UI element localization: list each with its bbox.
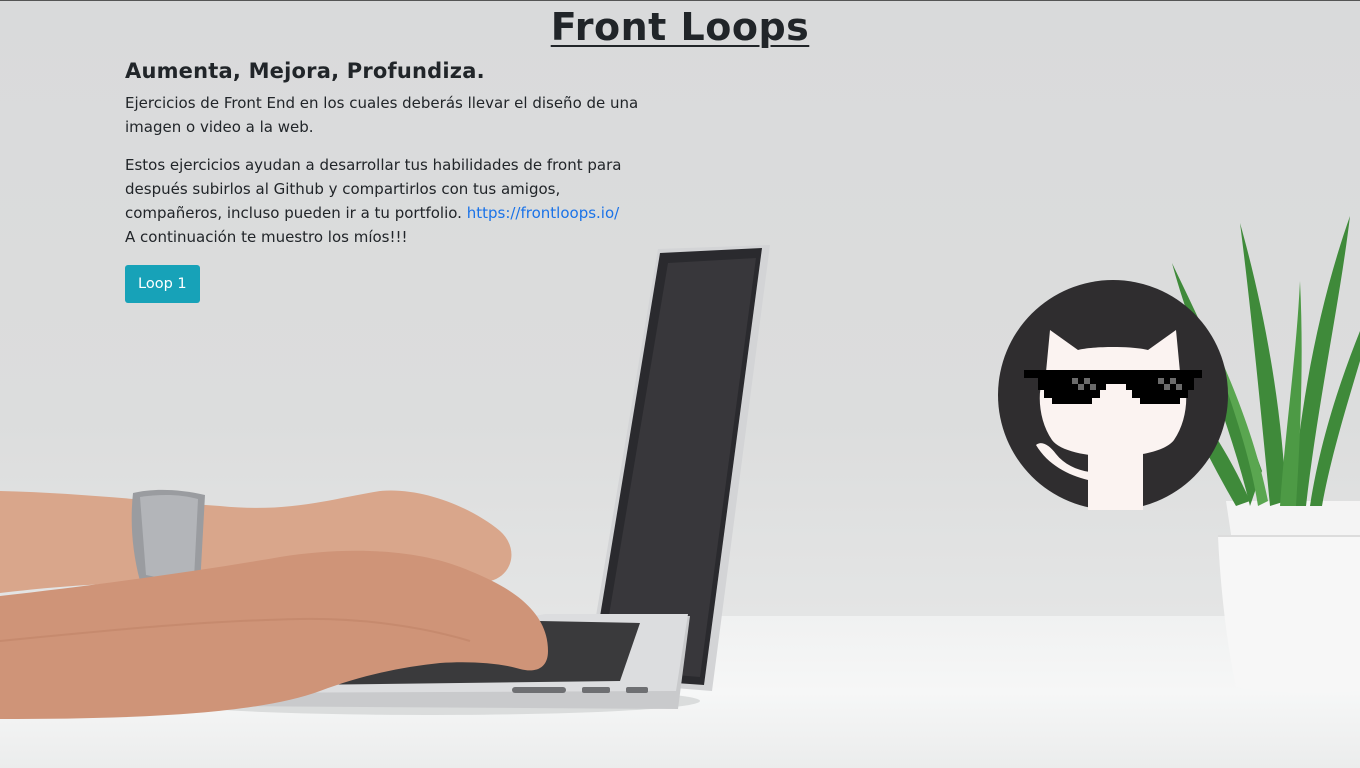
plant-pot [1218, 536, 1360, 694]
intro-paragraph-2-tail: A continuación te muestro los míos!!! [125, 228, 408, 246]
page-title: Front Loops [550, 5, 810, 49]
loop-1-button[interactable]: Loop 1 [125, 265, 200, 303]
intro-section: Aumenta, Mejora, Profundiza. Ejercicios … [125, 59, 645, 303]
frontloops-link[interactable]: https://frontloops.io/ [467, 204, 619, 222]
intro-heading: Aumenta, Mejora, Profundiza. [125, 59, 485, 83]
intro-paragraph-2: Estos ejercicios ayudan a desarrollar tu… [125, 153, 645, 249]
github-octocat-with-sunglasses-icon [998, 280, 1228, 510]
intro-paragraph-1: Ejercicios de Front End en los cuales de… [125, 94, 639, 136]
